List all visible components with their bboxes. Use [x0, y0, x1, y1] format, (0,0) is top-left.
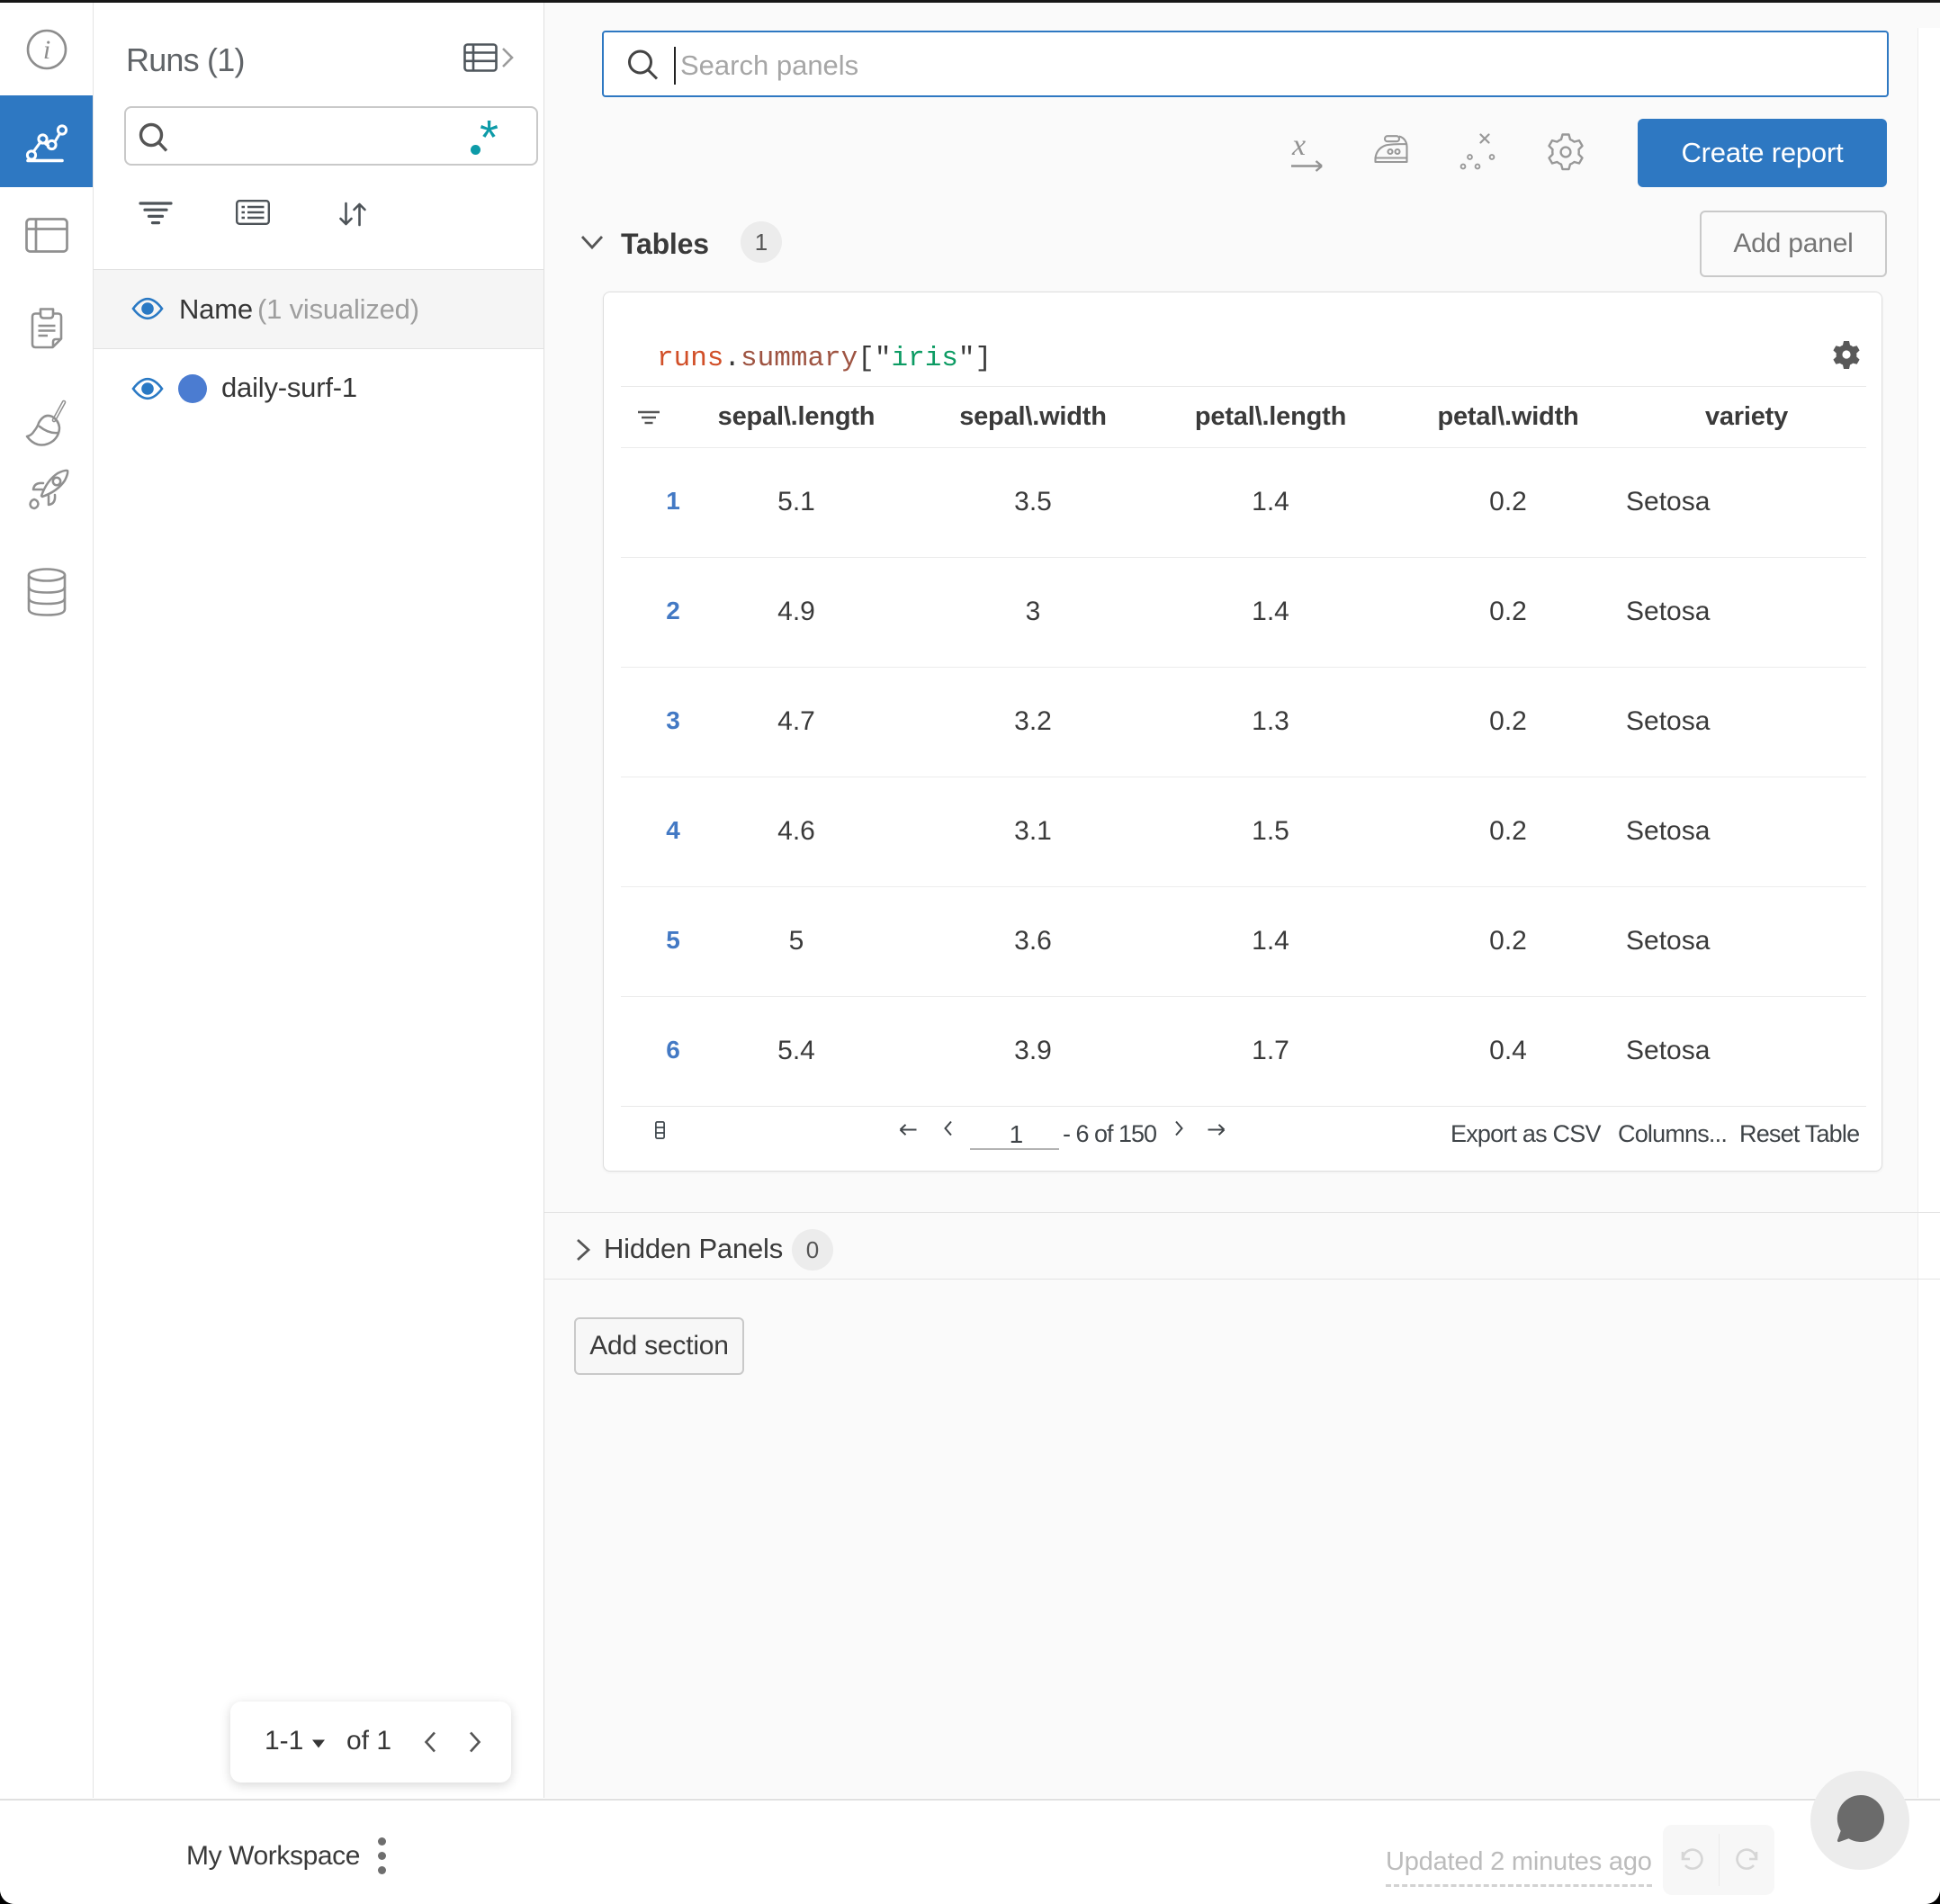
svg-text:i: i	[43, 35, 50, 65]
svg-text:x: x	[1291, 131, 1306, 162]
